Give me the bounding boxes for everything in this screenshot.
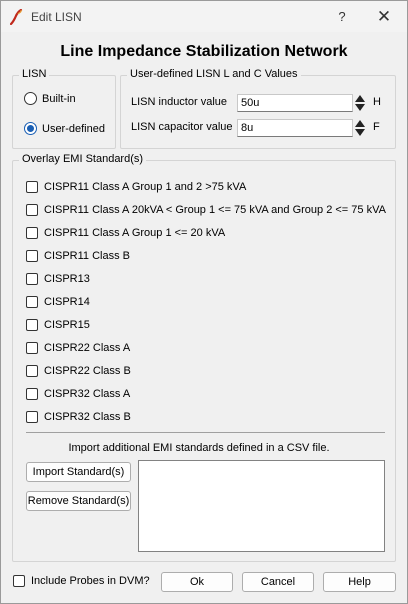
standard-checkbox[interactable] <box>26 273 38 285</box>
standard-label: CISPR22 Class B <box>44 365 131 377</box>
standard-label: CISPR11 Class A 20kVA < Group 1 <= 75 kV… <box>44 204 386 216</box>
inductor-label: LISN inductor value <box>131 96 227 108</box>
separator <box>26 432 385 433</box>
standard-label: CISPR32 Class B <box>44 411 131 423</box>
capacitor-row: LISN capacitor value F <box>131 119 383 137</box>
capacitor-label: LISN capacitor value <box>131 121 233 133</box>
title-bar[interactable]: Edit LISN ? ✕ <box>1 1 407 32</box>
standard-label: CISPR14 <box>44 296 90 308</box>
close-button[interactable]: ✕ <box>373 7 395 27</box>
standard-checkbox[interactable] <box>26 319 38 331</box>
radio-user-defined-indicator[interactable] <box>24 122 37 135</box>
standard-checkbox-row[interactable]: CISPR15 <box>26 319 90 331</box>
spin-up-icon[interactable] <box>355 95 365 102</box>
capacitor-spinner[interactable] <box>354 119 366 137</box>
inductor-spinner[interactable] <box>354 94 366 112</box>
radio-built-in-indicator[interactable] <box>24 92 37 105</box>
standard-checkbox[interactable] <box>26 250 38 262</box>
standard-checkbox[interactable] <box>26 342 38 354</box>
inductor-row: LISN inductor value H <box>131 94 383 112</box>
edit-lisn-dialog: Edit LISN ? ✕ Line Impedance Stabilizati… <box>0 0 408 604</box>
import-standards-button[interactable]: Import Standard(s) <box>26 462 131 482</box>
user-defined-values-groupbox: User-defined LISN L and C Values LISN in… <box>120 68 396 149</box>
app-logo-icon <box>10 9 23 25</box>
standard-label: CISPR22 Class A <box>44 342 131 354</box>
standard-checkbox-row[interactable]: CISPR32 Class B <box>26 411 131 423</box>
include-probes-checkbox[interactable]: Include Probes in DVM? <box>13 575 150 587</box>
standard-checkbox-row[interactable]: CISPR11 Class A Group 1 and 2 >75 kVA <box>26 181 246 193</box>
standard-checkbox-row[interactable]: CISPR11 Class A Group 1 <= 20 kVA <box>26 227 225 239</box>
standard-checkbox-row[interactable]: CISPR32 Class A <box>26 388 130 400</box>
capacitor-unit: F <box>373 121 380 133</box>
lisn-groupbox: LISN Built-in User-defined <box>12 68 116 149</box>
standard-checkbox[interactable] <box>26 296 38 308</box>
context-help-button[interactable]: ? <box>331 7 353 27</box>
standard-checkbox-row[interactable]: CISPR11 Class A 20kVA < Group 1 <= 75 kV… <box>26 204 386 216</box>
standard-label: CISPR32 Class A <box>44 388 131 400</box>
radio-built-in[interactable]: Built-in <box>24 92 76 105</box>
cancel-button[interactable]: Cancel <box>242 572 314 592</box>
remove-standards-button[interactable]: Remove Standard(s) <box>26 491 131 511</box>
standard-label: CISPR15 <box>44 319 90 331</box>
user-values-legend: User-defined LISN L and C Values <box>127 68 301 80</box>
standard-checkbox-row[interactable]: CISPR13 <box>26 273 90 285</box>
standard-checkbox[interactable] <box>26 388 38 400</box>
standard-checkbox[interactable] <box>26 411 38 423</box>
capacitor-input[interactable] <box>237 119 353 137</box>
radio-built-in-label: Built-in <box>42 92 76 105</box>
standard-checkbox[interactable] <box>26 227 38 239</box>
standard-checkbox-row[interactable]: CISPR14 <box>26 296 90 308</box>
standard-checkbox-row[interactable]: CISPR11 Class B <box>26 250 130 262</box>
help-button[interactable]: Help <box>323 572 396 592</box>
lisn-group-legend: LISN <box>19 68 50 80</box>
standard-checkbox[interactable] <box>26 181 38 193</box>
import-note: Import additional EMI standards defined … <box>68 442 330 454</box>
dialog-heading: Line Impedance Stabilization Network <box>60 43 348 60</box>
spin-up-icon[interactable] <box>355 120 365 127</box>
imported-standards-listbox[interactable] <box>138 460 385 552</box>
include-probes-label: Include Probes in DVM? <box>31 575 150 587</box>
standard-checkbox[interactable] <box>26 204 38 216</box>
inductor-input[interactable] <box>237 94 353 112</box>
spin-down-icon[interactable] <box>355 104 365 111</box>
standard-label: CISPR13 <box>44 273 90 285</box>
radio-user-defined-label: User-defined <box>42 122 105 135</box>
overlay-legend: Overlay EMI Standard(s) <box>19 153 147 165</box>
standard-checkbox-row[interactable]: CISPR22 Class A <box>26 342 130 354</box>
spin-down-icon[interactable] <box>355 129 365 136</box>
window-title: Edit LISN <box>31 10 82 24</box>
include-probes-box[interactable] <box>13 575 25 587</box>
standard-label: CISPR11 Class B <box>44 250 130 262</box>
radio-user-defined[interactable]: User-defined <box>24 122 105 135</box>
ok-button[interactable]: Ok <box>161 572 233 592</box>
inductor-unit: H <box>373 96 381 108</box>
standard-label: CISPR11 Class A Group 1 and 2 >75 kVA <box>44 181 247 193</box>
standard-checkbox-row[interactable]: CISPR22 Class B <box>26 365 131 377</box>
standard-checkbox[interactable] <box>26 365 38 377</box>
standard-label: CISPR11 Class A Group 1 <= 20 kVA <box>44 227 226 239</box>
